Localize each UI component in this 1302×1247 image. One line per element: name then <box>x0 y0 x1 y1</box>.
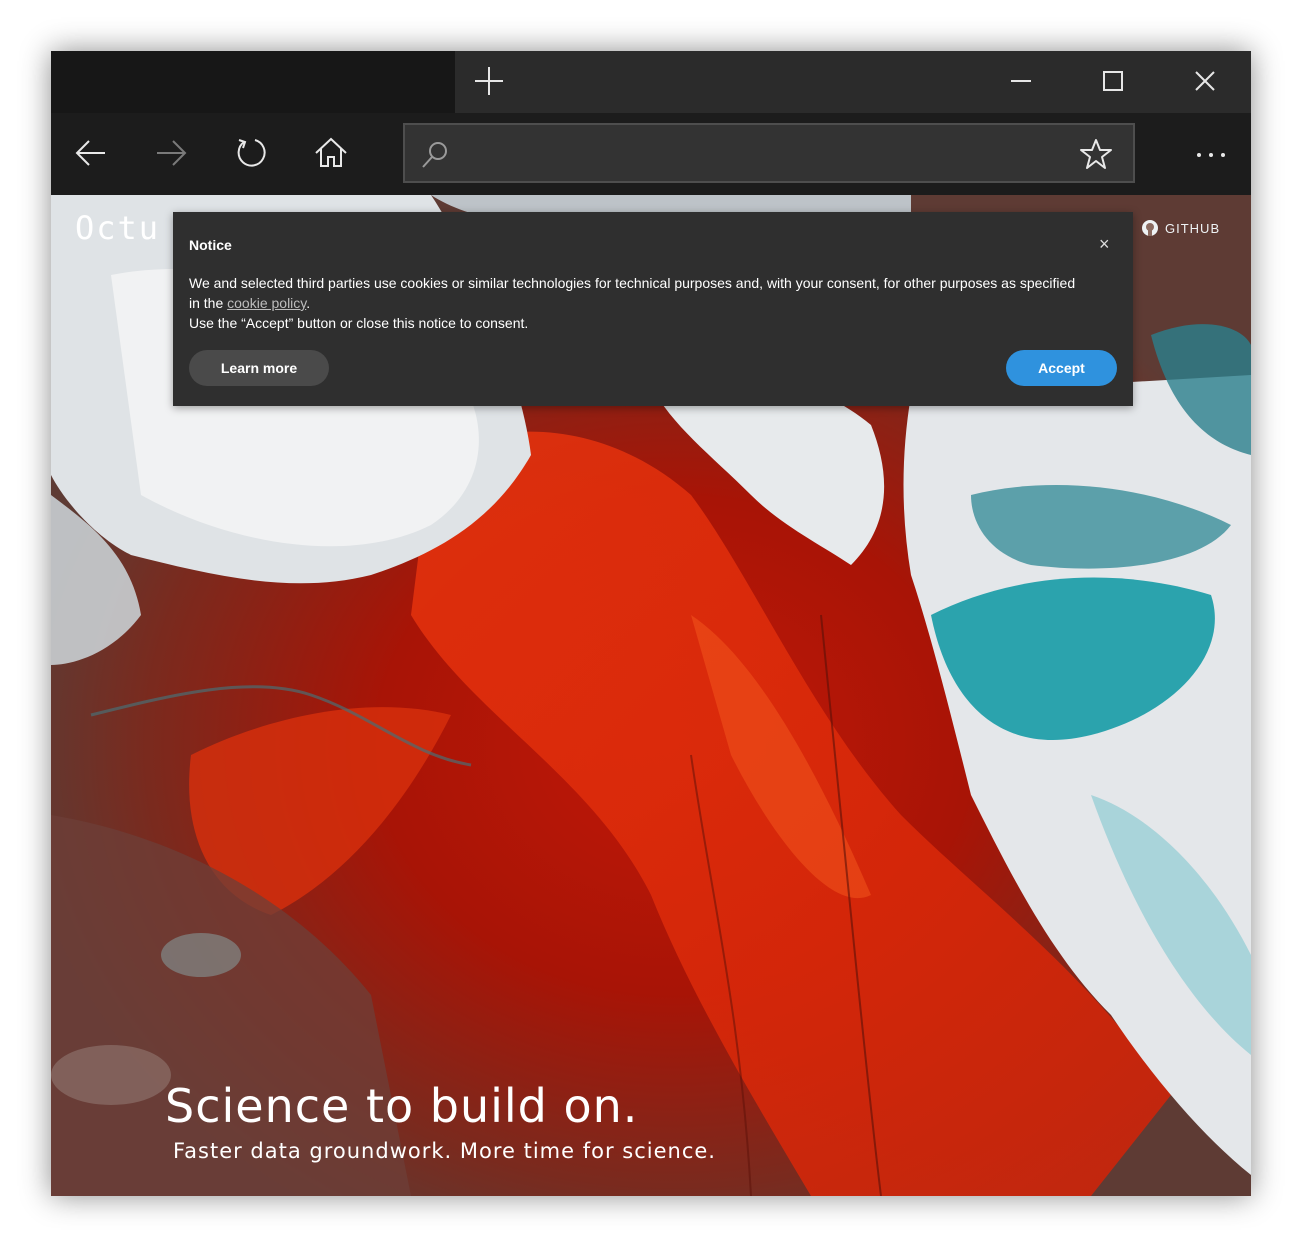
notice-body-line-3: Use the “Accept” button or close this no… <box>189 315 529 331</box>
page-content: Octu GITHUB Science to build on. Faster … <box>51 195 1251 1196</box>
back-arrow-icon <box>75 140 105 166</box>
notice-body-line-1: We and selected third parties use cookie… <box>189 275 1076 291</box>
notice-body-prefix: in the <box>189 295 228 311</box>
favorite-button[interactable] <box>1079 137 1113 171</box>
hero-title: Science to build on. <box>165 1079 639 1133</box>
new-tab-button[interactable] <box>471 63 507 99</box>
learn-more-button[interactable]: Learn more <box>189 350 329 386</box>
site-logo[interactable]: Octu <box>75 209 160 247</box>
cookie-notice: Notice × We and selected third parties u… <box>173 212 1133 406</box>
address-input[interactable] <box>465 135 1069 173</box>
maximize-icon <box>1103 71 1123 91</box>
github-icon <box>1142 220 1158 236</box>
notice-body-line-2: in the cookie policy. <box>189 293 1089 313</box>
refresh-button[interactable] <box>231 133 271 173</box>
github-link[interactable]: GITHUB <box>1141 219 1220 237</box>
more-menu-button[interactable] <box>1191 135 1231 175</box>
cookie-policy-link[interactable]: cookie policy <box>227 295 306 311</box>
notice-body-suffix: . <box>306 295 311 311</box>
close-window-button[interactable] <box>1185 61 1225 101</box>
refresh-icon <box>237 139 266 167</box>
star-icon <box>1080 139 1112 169</box>
back-button[interactable] <box>71 133 111 173</box>
notice-close-button[interactable]: × <box>1099 234 1110 255</box>
title-bar <box>51 51 1251 113</box>
browser-window: Octu GITHUB Science to build on. Faster … <box>51 51 1251 1196</box>
forward-button[interactable] <box>151 133 191 173</box>
maximize-button[interactable] <box>1093 61 1133 101</box>
more-dots-icon <box>1197 153 1225 157</box>
github-label: GITHUB <box>1165 220 1221 236</box>
plus-icon <box>475 67 503 95</box>
notice-body: We and selected third parties use cookie… <box>189 273 1089 333</box>
browser-toolbar <box>51 113 1251 195</box>
close-icon <box>1195 71 1215 91</box>
forward-arrow-icon <box>157 140 187 166</box>
address-bar[interactable] <box>403 123 1135 183</box>
accept-button[interactable]: Accept <box>1006 350 1117 386</box>
minimize-icon <box>1011 80 1031 82</box>
home-icon <box>315 137 347 167</box>
notice-title: Notice <box>189 237 232 253</box>
home-button[interactable] <box>311 133 351 173</box>
minimize-button[interactable] <box>1001 61 1041 101</box>
search-icon <box>422 142 447 168</box>
hero-subtitle: Faster data groundwork. More time for sc… <box>173 1139 716 1163</box>
